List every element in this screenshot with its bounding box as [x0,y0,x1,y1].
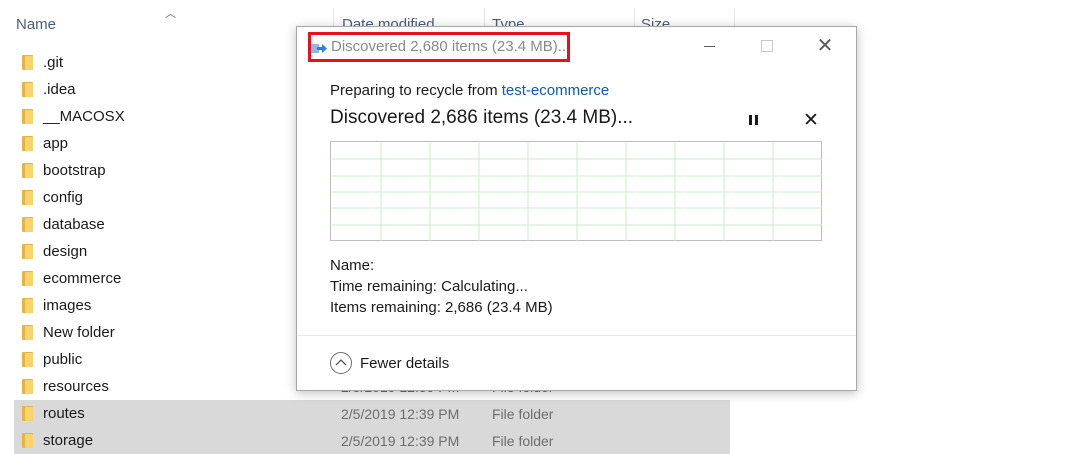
footer-divider [297,335,856,336]
preparing-prefix: Preparing to recycle from [330,82,502,99]
sort-up-icon: ︿ [165,8,176,20]
file-name: config [43,189,84,206]
folder-icon [22,217,33,232]
column-header-name[interactable]: Name [16,16,56,33]
time-remaining: Time remaining: Calculating... [330,278,528,295]
file-type: File folder [492,406,554,422]
items-remaining: Items remaining: 2,686 (23.4 MB) [330,299,553,316]
file-name: __MACOSX [43,108,125,125]
maximize-button[interactable] [744,34,790,58]
file-name: images [43,297,92,314]
folder-icon [22,352,33,367]
folder-icon [22,163,33,178]
folder-icon [22,433,33,448]
recycle-progress-dialog: Discovered 2,680 items (23.4 MB)... ✕ Pr… [296,26,857,391]
fewer-details-label: Fewer details [360,355,450,372]
folder-icon [22,244,33,259]
file-name: .git [43,54,64,71]
folder-icon [22,379,33,394]
preparing-text: Preparing to recycle from test-ecommerce [330,82,609,99]
dialog-titlebar[interactable]: Discovered 2,680 items (23.4 MB)... ✕ [297,27,856,65]
folder-icon [22,82,33,97]
file-name: design [43,243,88,260]
chevron-up-circle-icon [330,352,352,374]
folder-icon [22,109,33,124]
file-name: .idea [43,81,76,98]
file-name: New folder [43,324,115,341]
file-type: File folder [492,433,554,449]
close-button[interactable]: ✕ [802,34,848,58]
close-icon[interactable]: ✕ [803,109,819,132]
folder-icon [22,136,33,151]
source-folder-link[interactable]: test-ecommerce [502,82,610,99]
file-name: bootstrap [43,162,106,179]
progress-headline: Discovered 2,686 items (23.4 MB)... [330,107,634,128]
file-name: routes [43,405,85,422]
folder-icon [22,55,33,70]
minimize-button[interactable] [686,34,732,58]
file-name: storage [43,432,94,449]
file-name: ecommerce [43,270,122,287]
file-name: public [43,351,83,368]
file-name: resources [43,378,109,395]
folder-icon [22,325,33,340]
title-highlight-box [308,32,570,62]
folder-icon [22,298,33,313]
file-name: app [43,135,69,152]
file-date: 2/5/2019 12:39 PM [341,406,460,422]
file-row[interactable]: routes 2/5/2019 12:39 PM File folder [14,400,730,427]
file-date: 2/5/2019 12:39 PM [341,433,460,449]
folder-icon [22,406,33,421]
file-name: database [43,216,105,233]
folder-icon [22,271,33,286]
pause-icon[interactable] [746,113,762,127]
transfer-speed-graph [330,141,822,241]
folder-icon [22,190,33,205]
current-item-name: Name: [330,257,375,274]
